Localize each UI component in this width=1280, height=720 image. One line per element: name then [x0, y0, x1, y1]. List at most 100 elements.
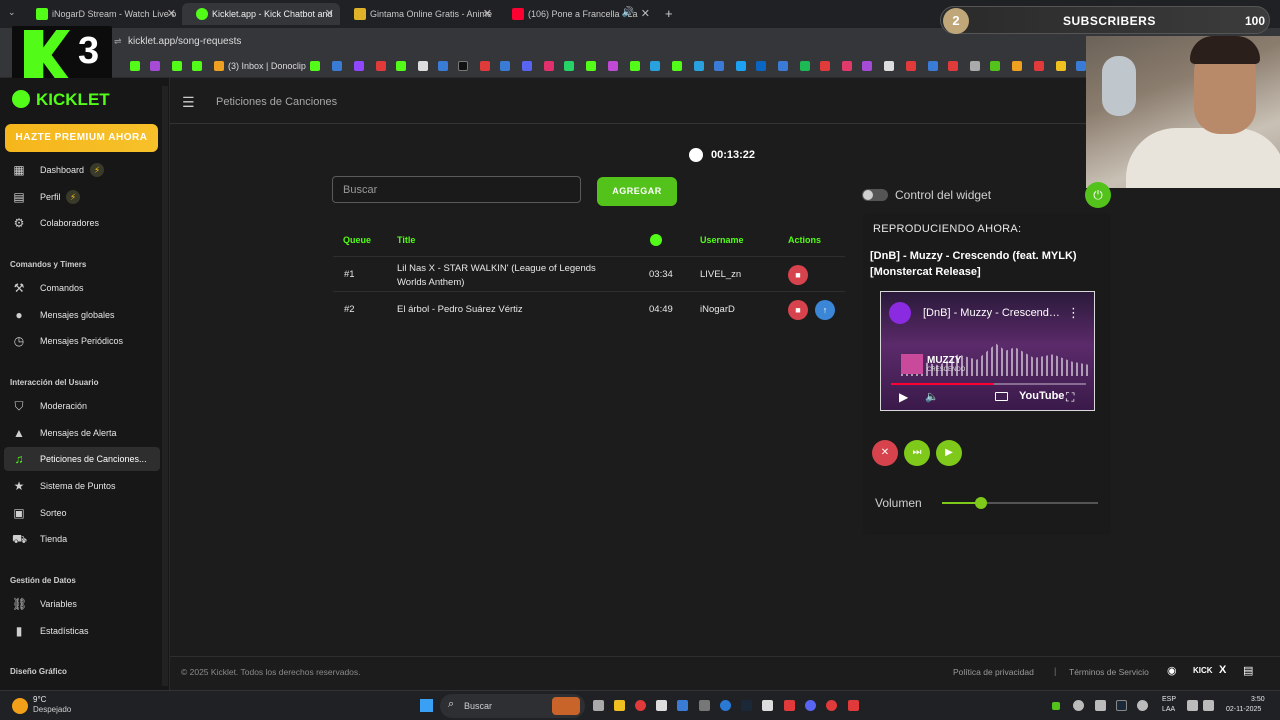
site-info-icon[interactable]: ⇌	[114, 36, 122, 47]
bookmark-icon[interactable]	[1034, 61, 1044, 71]
volume-slider[interactable]	[942, 497, 1098, 509]
discord-icon[interactable]	[522, 61, 532, 71]
microphone-icon[interactable]	[1137, 700, 1148, 711]
volume-icon[interactable]	[1203, 700, 1214, 711]
captions-icon[interactable]	[995, 392, 1008, 401]
instagram-icon[interactable]	[544, 61, 554, 71]
donoclip-icon[interactable]	[214, 61, 224, 71]
steam-icon[interactable]	[741, 700, 752, 711]
terms-link[interactable]: Términos de Servicio	[1069, 667, 1149, 677]
app-icon[interactable]	[848, 700, 859, 711]
sidebar-item-tienda[interactable]: ⛟ Tienda	[4, 527, 160, 551]
url-text[interactable]: kicklet.app/song-requests	[128, 36, 241, 47]
taskbar-search[interactable]: ⌕ Buscar	[440, 694, 585, 718]
video-title[interactable]: [DnB] - Muzzy - Crescendo (feat. MYLK)	[923, 307, 1061, 319]
sidebar-item-moderacion[interactable]: ⛉ Moderación	[4, 394, 160, 418]
bookmark-icon[interactable]	[172, 61, 182, 71]
new-tab-icon[interactable]: +	[665, 6, 673, 21]
sidebar-item-comandos[interactable]: ⚒ Comandos	[4, 276, 160, 300]
clock-date[interactable]: 02-11-2025	[1226, 706, 1261, 713]
sidebar-item-peticiones[interactable]: ♫ Peticiones de Canciones...	[4, 447, 160, 471]
discord-icon[interactable]: ◉	[1167, 664, 1177, 677]
sidebar-scrollbar[interactable]	[162, 86, 168, 686]
bookmark-icon[interactable]	[480, 61, 490, 71]
bookmark-icon[interactable]	[970, 61, 980, 71]
bookmark-icon[interactable]	[1056, 61, 1066, 71]
steam-tray-icon[interactable]	[1116, 700, 1127, 711]
close-icon[interactable]: ✕	[325, 7, 334, 20]
close-icon[interactable]: ✕	[641, 7, 650, 20]
sidebar-item-dashboard[interactable]: ▦ Dashboard ⚡	[4, 158, 160, 182]
fullscreen-icon[interactable]: ⛶	[1066, 390, 1074, 405]
linkedin-icon[interactable]	[756, 61, 766, 71]
youtube-icon[interactable]	[820, 61, 830, 71]
play-icon[interactable]: ▶	[899, 390, 908, 404]
stop-button[interactable]: ✕	[872, 440, 898, 466]
file-explorer-icon[interactable]	[614, 700, 625, 711]
youtube-player[interactable]: [DnB] - Muzzy - Crescendo (feat. MYLK) ⋮…	[880, 291, 1095, 411]
tab-list-chevron-icon[interactable]: ⌄	[8, 7, 16, 18]
bookmark-icon[interactable]	[458, 61, 468, 71]
bookmark-icon[interactable]	[396, 61, 406, 71]
sidebar-item-sorteo[interactable]: ▣ Sorteo	[4, 501, 160, 525]
bookmark-icon[interactable]	[150, 61, 160, 71]
channel-avatar-icon[interactable]	[889, 302, 911, 324]
bookmark-icon[interactable]	[192, 61, 202, 71]
menu-toggle-icon[interactable]: ☰	[182, 94, 195, 111]
volume-icon[interactable]: 🔈	[925, 390, 939, 403]
discord-icon[interactable]	[805, 700, 816, 711]
more-options-icon[interactable]: ⋮	[1067, 305, 1080, 321]
premium-button[interactable]: HAZTE PREMIUM AHORA	[5, 124, 158, 152]
bookmark-icon[interactable]	[418, 61, 428, 71]
sidebar-item-colaboradores[interactable]: ⚙ Colaboradores	[4, 211, 160, 235]
bookmark-icon[interactable]	[842, 61, 852, 71]
bookmark-icon[interactable]	[586, 61, 596, 71]
bookmark-icon[interactable]	[906, 61, 916, 71]
input-language[interactable]: ESP	[1162, 696, 1176, 703]
bookmark-icon[interactable]	[310, 61, 320, 71]
kick-link[interactable]: KICK	[1193, 666, 1213, 675]
volume-thumb[interactable]	[975, 497, 987, 509]
bookmark-donoclip[interactable]: (3) Inbox | Donoclip	[228, 61, 306, 71]
tab-kicklet[interactable]: Kicklet.app - Kick Chatbot and ✕	[182, 3, 340, 25]
bookmark-icon[interactable]	[672, 61, 682, 71]
app-icon[interactable]	[656, 700, 667, 711]
youtube-logo[interactable]: YouTube	[1019, 390, 1064, 402]
sidebar-item-mensajes-globales[interactable]: ● Mensajes globales	[4, 303, 160, 327]
skip-button[interactable]: ⏭	[904, 440, 930, 466]
search-bookmark-icon[interactable]	[778, 61, 788, 71]
play-button[interactable]: ▶	[936, 440, 962, 466]
weather-icon[interactable]	[12, 698, 28, 714]
telegram-icon[interactable]	[650, 61, 660, 71]
add-button[interactable]: AGREGAR	[597, 177, 677, 206]
obs-icon[interactable]	[826, 700, 837, 711]
widget-toggle[interactable]	[862, 189, 888, 201]
bookmark-icon[interactable]	[630, 61, 640, 71]
bookmark-icon[interactable]	[130, 61, 140, 71]
bookmark-icon[interactable]	[376, 61, 386, 71]
search-input[interactable]	[332, 176, 581, 203]
clock-time[interactable]: 3:50	[1251, 696, 1265, 703]
bookmark-icon[interactable]	[948, 61, 958, 71]
twitch-icon[interactable]	[354, 61, 364, 71]
bookmark-icon[interactable]	[928, 61, 938, 71]
sidebar-item-perfil[interactable]: ▤ Perfil ⚡	[4, 185, 160, 209]
twitter-icon[interactable]	[736, 61, 746, 71]
close-icon[interactable]: ✕	[483, 7, 492, 20]
bookmark-icon[interactable]	[332, 61, 342, 71]
delete-button[interactable]: ■	[788, 265, 808, 285]
spotify-icon[interactable]	[800, 61, 810, 71]
privacy-link[interactable]: Política de privacidad	[953, 667, 1034, 677]
tab-gintama[interactable]: Gintama Online Gratis - Anime ✕	[340, 3, 498, 25]
tray-icon[interactable]	[1052, 702, 1060, 710]
speaker-icon[interactable]: 🔊	[622, 7, 634, 18]
tab-inogard-stream[interactable]: iNogarD Stream - Watch Live o ✕	[22, 3, 182, 25]
weather-description[interactable]: Despejado	[33, 705, 71, 714]
document-icon[interactable]: ▤	[1243, 664, 1253, 677]
bookmark-icon[interactable]	[884, 61, 894, 71]
sidebar-item-puntos[interactable]: ★ Sistema de Puntos	[4, 474, 160, 498]
weather-temperature[interactable]: 9°C	[33, 695, 46, 704]
sidebar-item-mensajes-alerta[interactable]: ▲ Mensajes de Alerta	[4, 421, 160, 445]
close-icon[interactable]: ✕	[167, 7, 176, 20]
tray-icon[interactable]	[1095, 700, 1106, 711]
